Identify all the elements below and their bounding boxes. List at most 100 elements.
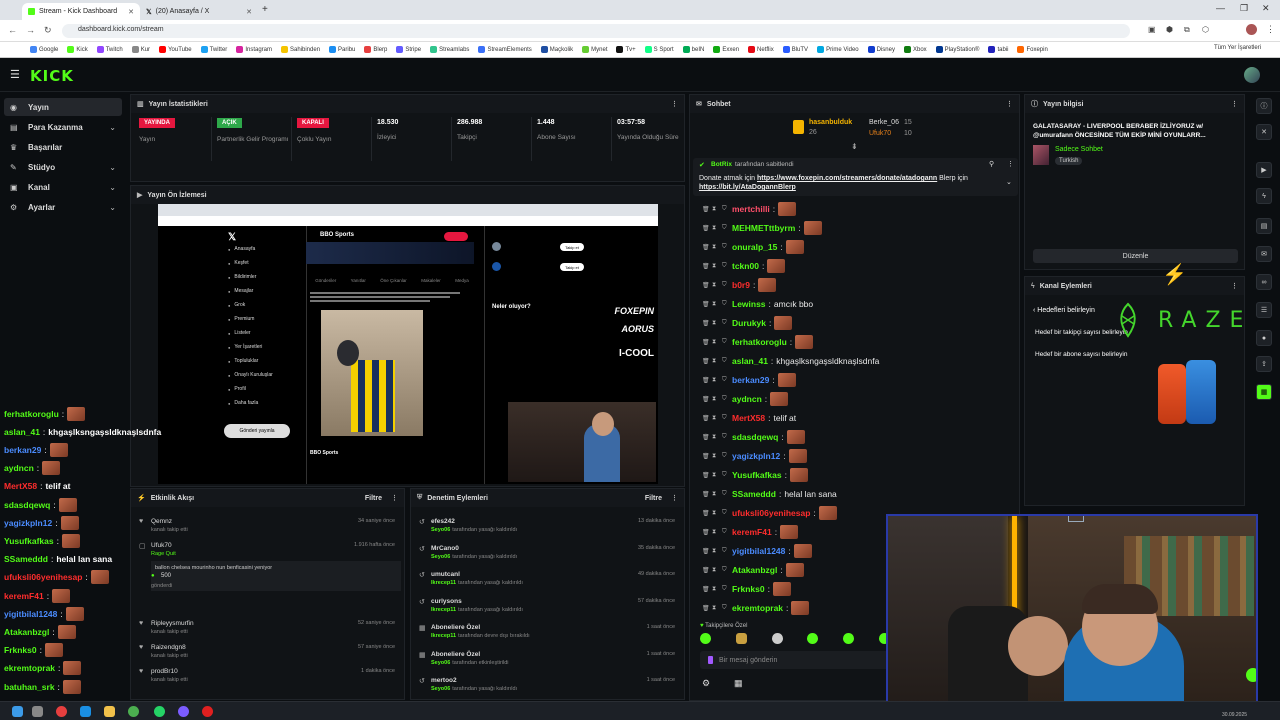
- bookmark-item[interactable]: Foxepin: [1017, 46, 1048, 53]
- bookmark-item[interactable]: Kick: [67, 46, 88, 53]
- bookmark-item[interactable]: Xbox: [903, 46, 927, 53]
- rail-dot-icon[interactable]: ●: [1256, 330, 1272, 346]
- chat-message[interactable]: 🗑 ⧗ ⛉ berkan29:: [702, 372, 796, 388]
- subscriber-goal-item[interactable]: Hedef bir abone sayısı belirleyin: [1035, 351, 1128, 358]
- rail-share-icon[interactable]: ⇪: [1256, 356, 1272, 372]
- timeout-icon[interactable]: ⧗: [712, 453, 719, 460]
- url-bar[interactable]: dashboard.kick.com/stream: [62, 24, 1130, 38]
- chat-username[interactable]: ufuksli06yenihesap: [732, 508, 810, 518]
- chat-username[interactable]: MertX58: [732, 413, 765, 423]
- trash-icon[interactable]: 🗑: [702, 282, 710, 289]
- chat-username[interactable]: tckn00: [732, 261, 759, 271]
- kick-logo[interactable]: KICK: [30, 67, 74, 85]
- bookmark-item[interactable]: Disney: [867, 46, 895, 53]
- bookmark-item[interactable]: BluTV: [782, 46, 808, 53]
- emote-icon[interactable]: [700, 633, 711, 644]
- extension-icon[interactable]: ⬢: [1166, 25, 1173, 34]
- rail-lightning-icon[interactable]: ϟ: [1256, 188, 1272, 204]
- bookmark-item[interactable]: Instagram: [236, 46, 272, 53]
- emote-icon[interactable]: [735, 633, 747, 644]
- activity-row[interactable]: ♥ Raizendgn8 kanalı takip etti 57 saniye ön…: [139, 641, 401, 663]
- timeout-icon[interactable]: ⧗: [712, 377, 719, 384]
- chat-message[interactable]: 🗑 ⧗ ⛉ aydncn:: [702, 391, 789, 407]
- bookmark-item[interactable]: Netflix: [748, 46, 774, 53]
- bookmark-item[interactable]: Mynet: [582, 46, 607, 53]
- bookmark-item[interactable]: Tv+: [616, 46, 636, 53]
- timeout-icon[interactable]: ⧗: [712, 529, 719, 536]
- chat-message[interactable]: 🗑 ⧗ ⛉ MertX58: telif at: [702, 410, 796, 426]
- chat-message[interactable]: 🗑 ⧗ ⛉ Yusufkafkas:: [702, 467, 808, 483]
- stream-preview-video[interactable]: 𝕏 ● Anasayfa ● Keşfet ● Bildirimler ● Mesajlar ●…: [158, 204, 658, 484]
- rail-video-icon[interactable]: ▶: [1256, 162, 1272, 178]
- hamburger-menu-icon[interactable]: ☰: [10, 68, 20, 81]
- bookmark-item[interactable]: StreamElements: [478, 46, 532, 53]
- trash-icon[interactable]: 🗑: [702, 358, 710, 365]
- panel-menu-icon[interactable]: ⋮: [671, 100, 678, 108]
- bookmark-item[interactable]: Twitter: [200, 46, 227, 53]
- sidebar-item[interactable]: ◉ Yayın: [4, 98, 122, 116]
- chat-message[interactable]: 🗑 ⧗ ⛉ sdasdqewq:: [702, 429, 805, 445]
- bookmark-item[interactable]: YouTube: [159, 46, 192, 53]
- bookmark-item[interactable]: S Sport: [644, 46, 674, 53]
- chat-message[interactable]: 🗑 ⧗ ⛉ Frknks0:: [702, 581, 791, 597]
- chat-username[interactable]: SSameddd: [732, 489, 776, 499]
- timeout-icon[interactable]: ⧗: [712, 206, 719, 213]
- chat-username[interactable]: onuralp_15: [732, 242, 777, 252]
- rail-info-icon[interactable]: ⓘ: [1256, 98, 1272, 114]
- trash-icon[interactable]: 🗑: [702, 434, 710, 441]
- bookmark-item[interactable]: tabii: [988, 46, 1008, 53]
- trash-icon[interactable]: 🗑: [702, 301, 710, 308]
- moderation-row[interactable]: ↺ curlysons Ikrecep11 tarafından yasağı kal…: [419, 595, 681, 617]
- close-tab-icon[interactable]: ✕: [246, 8, 252, 16]
- start-icon[interactable]: [12, 706, 23, 717]
- chat-username[interactable]: Yusufkafkas: [732, 470, 782, 480]
- whatsapp-icon[interactable]: [154, 706, 165, 717]
- trash-icon[interactable]: 🗑: [702, 377, 710, 384]
- blerp-link[interactable]: https://bit.ly/AtaDogannBlerp: [699, 184, 796, 191]
- bookmark-item[interactable]: Paribu: [329, 46, 355, 53]
- back-icon[interactable]: ←: [8, 25, 17, 35]
- collapse-gifters-icon[interactable]: ⇟: [851, 142, 858, 151]
- chat-username[interactable]: yagizkpln12: [732, 451, 780, 461]
- calendar-icon[interactable]: ▦: [734, 678, 743, 689]
- new-tab-icon[interactable]: +: [262, 4, 268, 15]
- timeout-icon[interactable]: ⧗: [712, 320, 719, 327]
- trash-icon[interactable]: 🗑: [702, 472, 710, 479]
- chat-input[interactable]: Bir mesaj gönderin: [700, 651, 890, 669]
- trash-icon[interactable]: 🗑: [702, 225, 710, 232]
- task-view-icon[interactable]: [32, 706, 43, 717]
- panel-menu-icon[interactable]: ⋮: [1231, 282, 1238, 290]
- pin-toggle-icon[interactable]: ⚲: [989, 160, 994, 168]
- bookmark-item[interactable]: Kur: [131, 46, 150, 53]
- folder-icon[interactable]: [104, 706, 115, 717]
- timeout-icon[interactable]: ⧗: [712, 358, 719, 365]
- goals-back-link[interactable]: ‹ Hedefleri belirleyin: [1033, 307, 1095, 314]
- chat-username[interactable]: MEHMETttbyrm: [732, 223, 795, 233]
- timeout-icon[interactable]: ⧗: [712, 396, 719, 403]
- follow-button[interactable]: Takip et: [560, 263, 584, 271]
- chat-username[interactable]: ekremtoprak: [732, 603, 783, 613]
- forward-icon[interactable]: →: [26, 25, 35, 35]
- trash-icon[interactable]: 🗑: [702, 510, 710, 517]
- sidebar-item[interactable]: ♛ Başarılar: [4, 138, 122, 156]
- emote-icon[interactable]: [843, 633, 855, 644]
- close-window-icon[interactable]: ✕: [1262, 3, 1270, 14]
- panel-menu-icon[interactable]: ⋮: [671, 494, 678, 502]
- chat-message[interactable]: 🗑 ⧗ ⛉ tckn00:: [702, 258, 786, 274]
- trash-icon[interactable]: 🗑: [702, 206, 710, 213]
- chat-message[interactable]: 🗑 ⧗ ⛉ yigitbilal1248:: [702, 543, 812, 559]
- bookmark-item[interactable]: Streamlabs: [430, 46, 469, 53]
- chat-username[interactable]: yigitbilal1248: [732, 546, 785, 556]
- chat-message[interactable]: 🗑 ⧗ ⛉ SSameddd: helal lan sana: [702, 486, 837, 502]
- chat-username[interactable]: sdasdqewq: [732, 432, 778, 442]
- chat-message[interactable]: 🗑 ⧗ ⛉ ekremtoprak:: [702, 600, 810, 616]
- rail-add-icon[interactable]: ▦: [1256, 384, 1272, 400]
- edit-stream-info-button[interactable]: Düzenle: [1033, 249, 1238, 263]
- chat-username[interactable]: Atakanbzgl: [732, 565, 777, 575]
- rail-link-icon[interactable]: ∞: [1256, 274, 1272, 290]
- moderation-row[interactable]: ↺ mertoo2 Seyo06 tarafından yasağı kaldırıl…: [419, 674, 681, 696]
- pinned-by[interactable]: BotRix: [711, 161, 732, 168]
- sidebar-item[interactable]: ⚙ Ayarlar ⌄: [4, 198, 122, 216]
- timeout-icon[interactable]: ⧗: [712, 339, 719, 346]
- post-button[interactable]: Gönderi yayınla: [224, 424, 290, 438]
